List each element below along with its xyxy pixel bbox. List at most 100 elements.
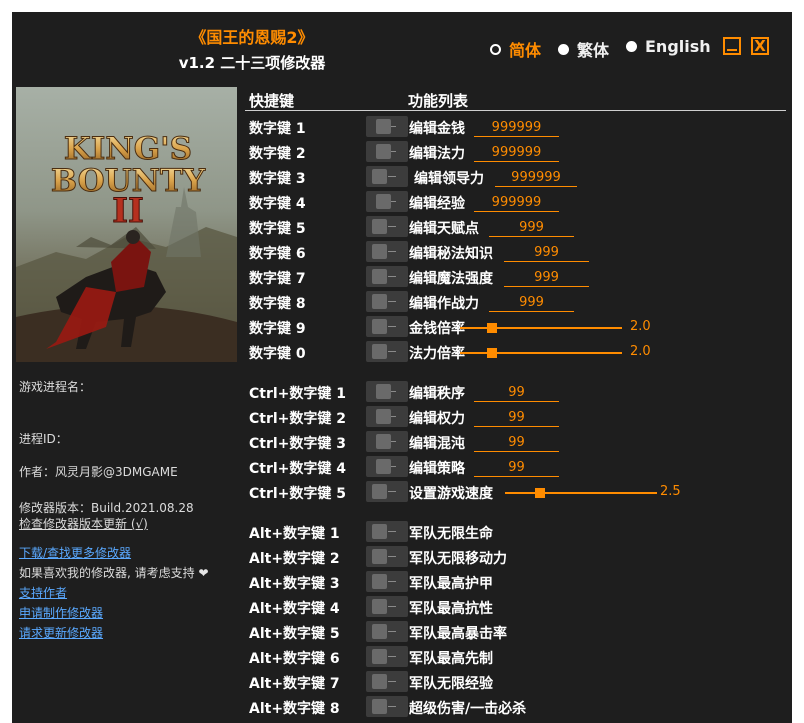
toggle-track-line xyxy=(388,351,396,352)
toggle-knob xyxy=(372,244,387,259)
cheat-row: Ctrl+数字键 4 编辑策略 99 xyxy=(12,455,792,480)
minimize-button[interactable] xyxy=(723,37,741,55)
cheat-label: 超级伤害/一击必杀 xyxy=(409,701,527,717)
cheat-toggle[interactable] xyxy=(366,521,408,542)
cheat-row: 数字键 8 编辑作战力 999 xyxy=(12,290,792,315)
value-input[interactable]: 999 xyxy=(504,244,589,262)
cheat-toggle[interactable] xyxy=(366,596,408,617)
hotkey-label: Alt+数字键 3 xyxy=(249,576,340,592)
toggle-track-line xyxy=(388,326,396,327)
toggle-knob xyxy=(376,119,391,134)
toggle-knob xyxy=(376,409,391,424)
value-input[interactable]: 999 xyxy=(489,219,574,237)
cheat-toggle[interactable] xyxy=(366,456,408,477)
cheat-toggle[interactable] xyxy=(366,116,408,137)
cheat-toggle[interactable] xyxy=(366,381,408,402)
lang-simplified-label: 简体 xyxy=(509,41,542,60)
hotkey-label: Alt+数字键 4 xyxy=(249,601,340,617)
cheat-row: 数字键 6 编辑秘法知识 999 xyxy=(12,240,792,265)
cheat-toggle[interactable] xyxy=(366,141,408,162)
cheat-toggle[interactable] xyxy=(366,341,408,362)
cheat-row: Alt+数字键 1 军队无限生命 xyxy=(12,520,792,545)
value-input[interactable]: 99 xyxy=(474,459,559,477)
radio-selected-icon xyxy=(490,43,501,55)
cheat-toggle[interactable] xyxy=(366,646,408,667)
toggle-knob xyxy=(372,169,387,184)
toggle-track-line xyxy=(388,531,396,532)
cheat-toggle[interactable] xyxy=(366,571,408,592)
value-input[interactable]: 999 xyxy=(489,294,574,312)
cheat-toggle[interactable] xyxy=(366,291,408,312)
hotkey-label: 数字键 4 xyxy=(249,196,306,212)
value-input[interactable]: 999999 xyxy=(495,169,577,187)
cheat-label: 军队最高抗性 xyxy=(409,601,493,617)
cheat-row: Alt+数字键 2 军队无限移动力 xyxy=(12,545,792,570)
cheat-label: 编辑秩序 xyxy=(409,386,465,402)
toggle-track-line xyxy=(388,656,396,657)
hotkey-label: 数字键 1 xyxy=(249,121,306,137)
toggle-knob xyxy=(372,294,387,309)
close-button[interactable]: X xyxy=(751,37,769,55)
value-input[interactable]: 999999 xyxy=(474,119,559,137)
multiplier-slider[interactable] xyxy=(460,323,622,333)
toggle-track-line xyxy=(388,681,396,682)
hotkey-label: Alt+数字键 6 xyxy=(249,651,340,667)
value-input[interactable]: 999 xyxy=(504,269,589,287)
slider-thumb[interactable] xyxy=(487,348,497,358)
hotkey-label: Ctrl+数字键 3 xyxy=(249,436,347,452)
cheat-toggle[interactable] xyxy=(366,696,408,717)
lang-simplified[interactable]: 简体 xyxy=(490,37,541,61)
cheat-row: 数字键 9 金钱倍率 2.0 xyxy=(12,315,792,340)
toggle-knob xyxy=(372,219,387,234)
cheat-label: 军队最高暴击率 xyxy=(409,626,507,642)
cheat-label: 军队最高先制 xyxy=(409,651,493,667)
hotkey-label: Alt+数字键 8 xyxy=(249,701,340,717)
cheat-row: Ctrl+数字键 5 设置游戏速度 2.5 xyxy=(12,480,792,505)
toggle-track-line xyxy=(388,491,396,492)
cheat-toggle[interactable] xyxy=(366,191,408,212)
cheat-row: Alt+数字键 6 军队最高先制 xyxy=(12,645,792,670)
toggle-knob xyxy=(372,484,387,499)
toggle-knob xyxy=(376,459,391,474)
multiplier-slider[interactable] xyxy=(505,488,657,498)
toggle-knob xyxy=(376,384,391,399)
toggle-knob xyxy=(372,599,387,614)
cheat-label: 编辑策略 xyxy=(409,461,465,477)
cheat-toggle[interactable] xyxy=(366,266,408,287)
lang-english[interactable]: English xyxy=(626,37,711,56)
value-input[interactable]: 99 xyxy=(474,384,559,402)
hotkey-label: 数字键 0 xyxy=(249,346,306,362)
lang-traditional[interactable]: 繁体 xyxy=(558,37,609,61)
cheat-toggle[interactable] xyxy=(366,406,408,427)
cheat-row: Alt+数字键 8 超级伤害/一击必杀 xyxy=(12,695,792,720)
cheat-label: 编辑领导力 xyxy=(414,171,484,187)
cheat-toggle[interactable] xyxy=(366,316,408,337)
cheat-toggle[interactable] xyxy=(366,241,408,262)
value-input[interactable]: 999999 xyxy=(474,194,559,212)
cheat-toggle[interactable] xyxy=(366,546,408,567)
value-input[interactable]: 99 xyxy=(474,409,559,427)
value-input[interactable]: 999999 xyxy=(474,144,559,162)
toggle-knob xyxy=(372,574,387,589)
cheat-toggle[interactable] xyxy=(366,166,408,187)
cheat-toggle[interactable] xyxy=(366,671,408,692)
cheat-label: 编辑秘法知识 xyxy=(409,246,493,262)
cheat-label: 法力倍率 xyxy=(409,346,465,362)
toggle-track-line xyxy=(388,581,396,582)
toggle-track-line xyxy=(388,276,396,277)
cheat-toggle[interactable] xyxy=(366,431,408,452)
multiplier-slider[interactable] xyxy=(460,348,622,358)
slider-thumb[interactable] xyxy=(487,323,497,333)
value-input[interactable]: 99 xyxy=(474,434,559,452)
toggle-track-line xyxy=(388,226,396,227)
cheat-toggle[interactable] xyxy=(366,621,408,642)
toggle-knob xyxy=(376,194,391,209)
slider-thumb[interactable] xyxy=(535,488,545,498)
cheat-label: 编辑天赋点 xyxy=(409,221,479,237)
cheat-toggle[interactable] xyxy=(366,216,408,237)
cheat-toggle[interactable] xyxy=(366,481,408,502)
cheat-label: 军队最高护甲 xyxy=(409,576,493,592)
toggle-knob xyxy=(372,524,387,539)
toggle-knob xyxy=(372,649,387,664)
cheat-row: 数字键 2 编辑法力 999999 xyxy=(12,140,792,165)
